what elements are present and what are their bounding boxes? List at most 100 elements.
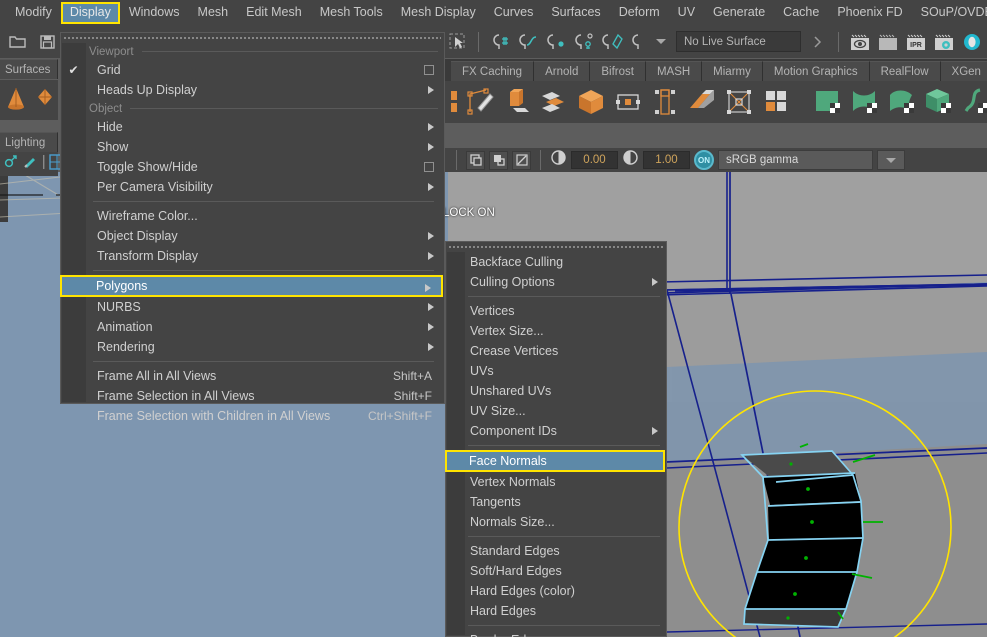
make-live-icon[interactable] bbox=[628, 30, 652, 54]
shelf-tab-arnold[interactable]: Arnold bbox=[534, 61, 591, 81]
submenu-item-vertex-normals[interactable]: Vertex Normals bbox=[446, 472, 666, 492]
menu-item-grid[interactable]: ✔ Grid bbox=[61, 60, 444, 80]
cube-icon[interactable] bbox=[575, 86, 607, 118]
uv-cube-icon[interactable] bbox=[923, 86, 955, 118]
expand-right-arrow-icon[interactable] bbox=[805, 30, 829, 54]
snap-to-view-plane-icon[interactable] bbox=[600, 30, 624, 54]
xray-icon[interactable] bbox=[489, 150, 508, 170]
shelf-tab-realflow[interactable]: RealFlow bbox=[869, 61, 941, 81]
menu-item-display[interactable]: Display bbox=[60, 1, 120, 24]
menu-item-modify[interactable]: Modify bbox=[6, 2, 61, 24]
menu-item-nurbs[interactable]: NURBS bbox=[61, 297, 444, 317]
live-surface-field[interactable]: No Live Surface bbox=[676, 31, 801, 52]
submenu-item-crease-vertices[interactable]: Crease Vertices bbox=[446, 341, 666, 361]
menu-item-heads-up-display[interactable]: Heads Up Display bbox=[61, 80, 444, 100]
snap-to-grid-icon[interactable] bbox=[488, 30, 512, 54]
menu-item-mesh-tools[interactable]: Mesh Tools bbox=[311, 2, 392, 24]
isolate-select-icon[interactable] bbox=[466, 150, 485, 170]
toolbar-right-group[interactable]: No Live Surface IPR bbox=[445, 25, 987, 58]
color-management-toggle[interactable]: ON bbox=[694, 150, 714, 170]
menu-item-frame-all-in-all-views[interactable]: Frame All in All Views Shift+A bbox=[61, 366, 444, 386]
menu-item-frame-selection-with-children-in-all-views[interactable]: Frame Selection with Children in All Vie… bbox=[61, 406, 444, 426]
uv-sphere-icon[interactable] bbox=[886, 86, 918, 118]
menu-item-curves[interactable]: Curves bbox=[485, 2, 543, 24]
menu-item-animation[interactable]: Animation bbox=[61, 317, 444, 337]
shelf-tab-mash[interactable]: MASH bbox=[645, 61, 703, 81]
submenu-item-vertices[interactable]: Vertices bbox=[446, 301, 666, 321]
knife-tool-icon[interactable] bbox=[464, 86, 496, 118]
menu-item-hide[interactable]: Hide bbox=[61, 117, 444, 137]
submenu-item-hard-edges[interactable]: Hard Edges bbox=[446, 601, 666, 621]
menu-item-generate[interactable]: Generate bbox=[704, 2, 774, 24]
shelf-tab-fx-caching[interactable]: FX Caching bbox=[451, 61, 535, 81]
menu-item-deform[interactable]: Deform bbox=[610, 2, 669, 24]
sidebar-tab-surfaces[interactable]: Surfaces bbox=[0, 59, 58, 79]
shelf-tab-miarmy[interactable]: Miarmy bbox=[702, 61, 763, 81]
display-dropdown-menu[interactable]: Viewport ✔ Grid Heads Up Display Object … bbox=[60, 32, 445, 423]
cone-primitive-icon[interactable] bbox=[3, 85, 29, 116]
submenu-item-uvs[interactable]: UVs bbox=[446, 361, 666, 381]
submenu-item-border-edges[interactable]: Border Edges bbox=[446, 630, 666, 637]
submenu-item-unshared-uvs[interactable]: Unshared UVs bbox=[446, 381, 666, 401]
quad-draw-icon[interactable] bbox=[612, 86, 644, 118]
submenu-item-face-normals[interactable]: Face Normals bbox=[445, 450, 665, 472]
render-settings-icon[interactable] bbox=[932, 30, 956, 54]
submenu-item-uv-size[interactable]: UV Size... bbox=[446, 401, 666, 421]
shelf-tab-bifrost[interactable]: Bifrost bbox=[590, 61, 646, 81]
target-weld-icon[interactable] bbox=[649, 86, 681, 118]
menu-item-cache[interactable]: Cache bbox=[774, 2, 828, 24]
chevron-down-icon[interactable] bbox=[656, 39, 666, 44]
extrude-icon[interactable] bbox=[501, 86, 533, 118]
multi-component-icon[interactable] bbox=[760, 86, 792, 118]
select-tool-icon[interactable] bbox=[445, 30, 469, 54]
uv-spiral-icon[interactable] bbox=[960, 86, 987, 118]
snap-to-point-icon[interactable] bbox=[544, 30, 568, 54]
submenu-item-hard-edges-color[interactable]: Hard Edges (color) bbox=[446, 581, 666, 601]
shelf-tab-bar[interactable]: FX Caching Arnold Bifrost MASH Miarmy Mo… bbox=[445, 59, 987, 81]
menu-item-per-camera-visibility[interactable]: Per Camera Visibility bbox=[61, 177, 444, 197]
menu-item-mesh[interactable]: Mesh bbox=[189, 2, 238, 24]
option-box-icon[interactable] bbox=[424, 65, 434, 75]
submenu-item-tangents[interactable]: Tangents bbox=[446, 492, 666, 512]
menu-item-edit-mesh[interactable]: Edit Mesh bbox=[237, 2, 311, 24]
submenu-item-vertex-size[interactable]: Vertex Size... bbox=[446, 321, 666, 341]
submenu-item-soft-hard-edges[interactable]: Soft/Hard Edges bbox=[446, 561, 666, 581]
menu-item-object-display[interactable]: Object Display bbox=[61, 226, 444, 246]
submenu-item-component-ids[interactable]: Component IDs bbox=[446, 421, 666, 441]
view-transform-chevron-down-icon[interactable] bbox=[877, 150, 905, 170]
ambient-light-icon[interactable] bbox=[3, 153, 20, 175]
submenu-item-backface-culling[interactable]: Backface Culling bbox=[446, 252, 666, 272]
gamma-value[interactable]: 1.00 bbox=[643, 151, 690, 169]
menu-item-wireframe-color[interactable]: Wireframe Color... bbox=[61, 206, 444, 226]
shelf-tab-xgen[interactable]: XGen bbox=[940, 61, 987, 81]
exposure-value[interactable]: 0.00 bbox=[571, 151, 618, 169]
ipr-render-icon[interactable]: IPR bbox=[904, 30, 928, 54]
menu-item-rendering[interactable]: Rendering bbox=[61, 337, 444, 357]
bevel-icon[interactable] bbox=[686, 86, 718, 118]
shelf-tab-motion-graphics[interactable]: Motion Graphics bbox=[762, 61, 870, 81]
save-disk-icon[interactable] bbox=[35, 30, 59, 54]
polygons-submenu[interactable]: Backface Culling Culling Options Vertice… bbox=[445, 241, 667, 637]
menu-item-soup-ovdb[interactable]: SOuP/OVDB bbox=[912, 2, 987, 24]
menu-tear-off-handle[interactable] bbox=[64, 35, 441, 42]
sidebar-shelf-lighting[interactable] bbox=[0, 152, 65, 176]
color-management-bar[interactable]: 0.00 1.00 ON sRGB gamma bbox=[445, 148, 987, 172]
render-view-icon[interactable] bbox=[848, 30, 872, 54]
render-region-icon[interactable] bbox=[876, 30, 900, 54]
diamond-primitive-icon[interactable] bbox=[32, 85, 58, 116]
sidebar-tab-lighting[interactable]: Lighting bbox=[0, 132, 58, 152]
uv-plane-icon[interactable] bbox=[812, 86, 844, 118]
menu-item-show[interactable]: Show bbox=[61, 137, 444, 157]
exposure-icon[interactable] bbox=[550, 149, 567, 171]
sidebar-shelf-surfaces[interactable] bbox=[0, 80, 58, 120]
snap-to-projected-center-icon[interactable] bbox=[572, 30, 596, 54]
option-box-icon[interactable] bbox=[424, 162, 434, 172]
submenu-item-culling-options[interactable]: Culling Options bbox=[446, 272, 666, 292]
multi-cut-icon[interactable] bbox=[538, 86, 570, 118]
menu-item-windows[interactable]: Windows bbox=[120, 2, 189, 24]
menu-item-toggle-show-hide[interactable]: Toggle Show/Hide bbox=[61, 157, 444, 177]
shelf-icon-row[interactable] bbox=[445, 81, 987, 123]
menu-item-frame-selection-in-all-views[interactable]: Frame Selection in All Views Shift+F bbox=[61, 386, 444, 406]
hypershade-icon[interactable] bbox=[960, 30, 984, 54]
submenu-item-standard-edges[interactable]: Standard Edges bbox=[446, 541, 666, 561]
